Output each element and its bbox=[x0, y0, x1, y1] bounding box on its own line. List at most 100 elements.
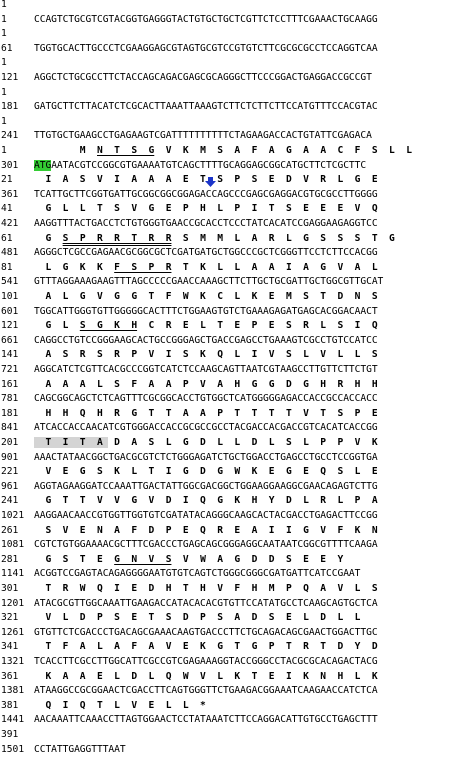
nucleotide-sequence: AAGGTTTACTGACCTCTGTGGGTGAACCGCACCTCCCTAT… bbox=[34, 218, 378, 229]
start-codon-highlight: ATG bbox=[34, 159, 52, 171]
nucleotide-sequence: GTTTAGGAAAGAAGTTTAGCCCCCGAACCAAAGCTTCTTG… bbox=[34, 276, 384, 288]
nucleotide-sequence: GATGCTTCTTACATCTCGCACTTAAATTAAAGTCTTCTCT… bbox=[34, 101, 378, 113]
amino-acid-sequence: G S T E G N V S V W A G D D S E E Y bbox=[34, 553, 344, 565]
position-number: 1081 bbox=[1, 539, 25, 551]
nucleotide-sequence: AGGTAGAAGGATCCAAATTGACTATTGGCGACGGCTGGAA… bbox=[34, 480, 378, 492]
position-number: 41 bbox=[1, 203, 13, 215]
nucleotide-sequence: TCACCTTCGCCTTGGCATTCGCCGTCGAGAAAGGTACCGG… bbox=[34, 656, 378, 667]
position-number: 841 bbox=[1, 422, 19, 434]
amino-acid-sequence: G T T V V G V D I Q G K H Y D L R L P A bbox=[34, 495, 378, 507]
nucleotide-sequence: AAACTATAACGGCTGACGCGTCTCTGGGAGATCTGCTGGA… bbox=[34, 451, 378, 463]
position-number: 1201 bbox=[1, 597, 25, 609]
glycosylation-motif: N T S G bbox=[97, 145, 155, 156]
position-number: 1 bbox=[1, 13, 7, 25]
nucleotide-sequence: CAGGCCTGTCCGGGAAGCACTGCCGGGAGCTGACCGAGCC… bbox=[34, 334, 378, 346]
cleavage-motif: S P R R T R R bbox=[62, 232, 172, 244]
position-number: 281 bbox=[1, 553, 19, 565]
position-number: 1 bbox=[1, 145, 7, 156]
position-number: 61 bbox=[1, 42, 13, 54]
position-number: 381 bbox=[1, 699, 19, 711]
amino-acid-sequence: A L G V G G T F W K C L K E M S T D N S bbox=[34, 291, 378, 302]
position-number: 101 bbox=[1, 291, 19, 302]
position-number: 661 bbox=[1, 334, 19, 346]
amino-acid-sequence: T R W Q I E D H T H V F H M P Q A V L S bbox=[34, 583, 378, 594]
amino-acid-sequence: T F A L A F A V E K G T G P T R T D Y D bbox=[34, 641, 378, 653]
position-number: 781 bbox=[1, 393, 19, 405]
position-number: 721 bbox=[1, 364, 19, 375]
position-number: 1141 bbox=[1, 568, 25, 580]
position-number: 1021 bbox=[1, 510, 25, 521]
nucleotide-sequence: TGGCATTGGGTGTTGGGGGCACTTTCTGGAAGTGTCTGAA… bbox=[34, 305, 378, 317]
position-number: 1 bbox=[1, 28, 7, 40]
position-number: 181 bbox=[1, 101, 19, 113]
motif-underline: S G K H bbox=[79, 320, 138, 332]
nucleotide-sequence: CAGCGGCAGCTCTCAGTTTCGCGGCACCTGTGGCTCATGG… bbox=[34, 393, 378, 405]
nucleotide-sequence: ACGGTCCGAGTACAGAGGGGAATGTGTCAGTCTGGGCGGG… bbox=[34, 568, 361, 580]
position-number: 241 bbox=[1, 495, 19, 507]
nucleotide-sequence: AACAAATTCAAACCTTAGTGGAACTCCTATAAATCTTCCA… bbox=[34, 714, 378, 726]
position-number: 361 bbox=[1, 188, 19, 200]
amino-acid-sequence: V E G S K L T I G D G W K E G E Q S L E bbox=[34, 466, 378, 478]
position-number: 1501 bbox=[1, 743, 25, 755]
nucleotide-sequence: TTGTGCTGAAGCCTGAGAAGTCGATTTTTTTTTTCTAGAA… bbox=[34, 130, 372, 142]
position-number: 241 bbox=[1, 130, 19, 142]
position-number: 1 bbox=[1, 86, 7, 98]
nucleotide-sequence: AAGGAACAACCGTGGTTGGTGTCGATATACAGGGCAAGCA… bbox=[34, 510, 378, 521]
amino-acid-sequence: G L S G K H C R E L T E P E S R L S I Q bbox=[34, 320, 378, 332]
position-number: 301 bbox=[1, 159, 19, 171]
amino-acid-sequence: A S R S R P V I S K Q L I V S L V L L S bbox=[34, 349, 378, 361]
nucleotide-sequence: AGGCATCTCGTTCACGCCCGGTCATCTCCAAGCAGTTAAT… bbox=[34, 364, 378, 375]
nucleotide-sequence: ATACGCGTTGGCAAATTGAAGACCATACACACGTGTTCCA… bbox=[34, 597, 378, 609]
position-number: 1321 bbox=[1, 656, 25, 667]
position-number: 1 bbox=[1, 57, 7, 69]
position-number: 601 bbox=[1, 305, 19, 317]
nucleotide-sequence: AGGGCTCGCCGAGAACGCGGCGCTCGATGATGCTGGCCCG… bbox=[34, 247, 378, 259]
position-number: 901 bbox=[1, 451, 19, 463]
amino-acid-sequence: G L L T S V G E P H L P I T S E E E V Q bbox=[34, 203, 378, 215]
nucleotide-sequence: CCAGTCTGCGTCGTACGGTGAGGGTACTGTGCTGCTCGTT… bbox=[34, 13, 378, 25]
position-number: 341 bbox=[1, 641, 19, 653]
amino-acid-sequence: S V E N A F D P E Q R E A I I G V F K N bbox=[34, 524, 378, 536]
amino-acid-sequence: L G K K F S P R T K L L A A I A G V A L bbox=[34, 261, 378, 273]
position-number: 391 bbox=[1, 729, 19, 740]
position-number: 121 bbox=[1, 72, 19, 83]
position-number: 1381 bbox=[1, 685, 25, 697]
position-number: 1441 bbox=[1, 714, 25, 726]
nucleotide-sequence: GTGTTCTCGACCCTGACAGCGAAACAAGTGACCCTTCTGC… bbox=[34, 626, 378, 638]
amino-acid-sequence: V L D P S E T S D P S A D S E L D L L bbox=[34, 612, 361, 624]
position-number: 81 bbox=[1, 261, 13, 273]
position-number: 361 bbox=[1, 670, 19, 682]
amino-acid-sequence: T I T A D A S L G D L L D L S L P P V K bbox=[34, 437, 378, 448]
cleavage-arrow-icon bbox=[205, 177, 216, 190]
nucleotide-sequence: AGGCTCTGCGCCTTCTACCAGCAGACGAGCGCAGGGCTTC… bbox=[34, 72, 372, 83]
position-number: 541 bbox=[1, 276, 19, 288]
position-number: 321 bbox=[1, 612, 19, 624]
position-number: 1 bbox=[1, 0, 7, 10]
amino-acid-sequence: M N T S G V K M S A F A G A A C F S L L bbox=[34, 145, 412, 156]
nucleotide-sequence: CCTATTGAGGTTTAAT bbox=[34, 743, 126, 755]
amino-acid-sequence: Q I Q T L V E L L * bbox=[34, 699, 206, 711]
position-number: 261 bbox=[1, 524, 19, 536]
position-number: 61 bbox=[1, 232, 13, 244]
position-number: 421 bbox=[1, 218, 19, 229]
position-number: 201 bbox=[1, 437, 19, 448]
position-number: 181 bbox=[1, 407, 19, 419]
cleavage-motif: F S P R bbox=[114, 261, 172, 273]
nucleotide-sequence: TGGTGCACTTGCCCTCGAAGGAGCGTAGTGCGTCCGTGTC… bbox=[34, 42, 378, 54]
nucleotide-sequence: CGTCTGTGGAAAACGCTTTCGACCCTGAGCAGCGGGAGGC… bbox=[34, 539, 378, 551]
position-number: 481 bbox=[1, 247, 19, 259]
amino-acid-sequence: H H Q H R G T T A A P T T T T V T S P E bbox=[34, 407, 378, 419]
position-number: 221 bbox=[1, 466, 19, 478]
position-number: 21 bbox=[1, 174, 13, 186]
position-number: 1261 bbox=[1, 626, 25, 638]
nucleotide-sequence: ATGAATACGTCCGGCGTGAAAATGTCAGCTTTTGCAGGAG… bbox=[34, 159, 367, 171]
position-number: 161 bbox=[1, 378, 19, 390]
amino-acid-sequence: A A A L S F A A P V A H G G D G H R H H bbox=[34, 378, 378, 390]
position-number: 301 bbox=[1, 583, 19, 594]
glycosylation-motif: G N V S bbox=[114, 553, 172, 565]
amino-acid-sequence: K A A E L D L Q W V L K T E I K N H L K bbox=[34, 670, 378, 682]
position-number: 121 bbox=[1, 320, 19, 332]
his-rich-region: T I T A bbox=[34, 437, 109, 448]
nucleotide-sequence: ATCACCACCAACATCGTGGGACCACCGCGCCGCCTACGAC… bbox=[34, 422, 378, 434]
position-number: 961 bbox=[1, 480, 19, 492]
